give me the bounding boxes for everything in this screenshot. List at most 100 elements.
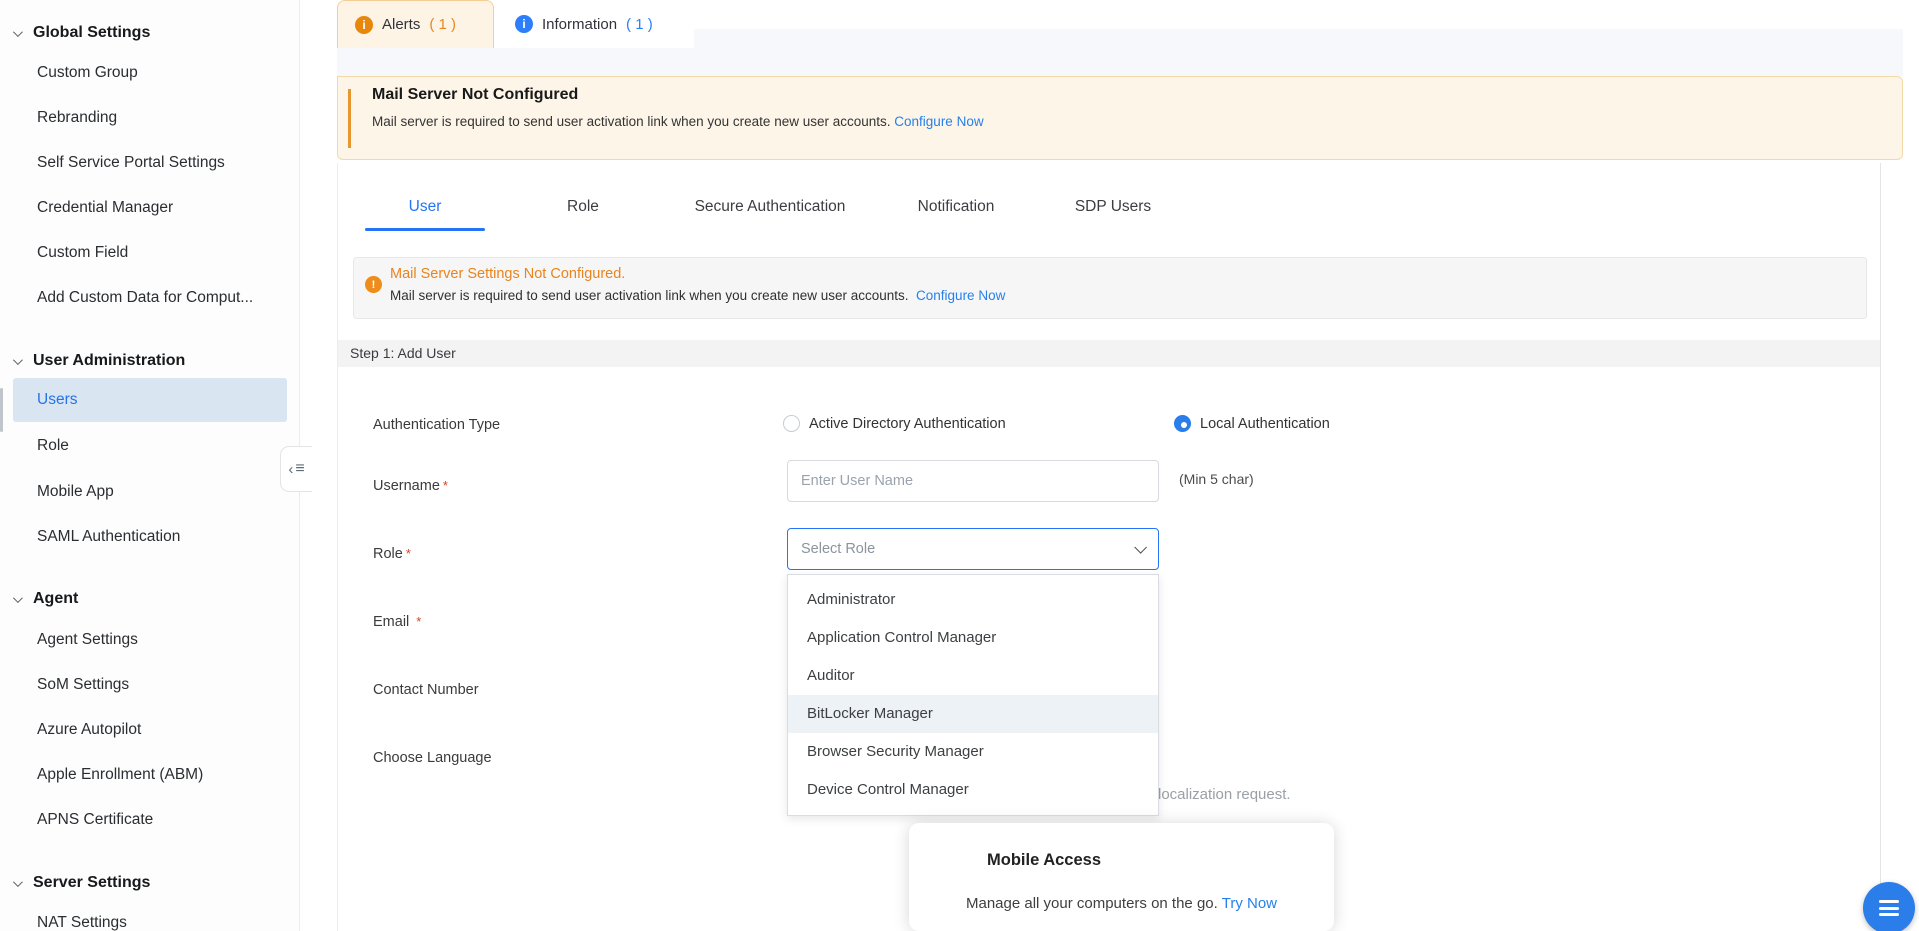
radio-active-directory-authentication[interactable]: Active Directory Authentication — [783, 415, 1006, 432]
sidebar-item-apns-certificate[interactable]: APNS Certificate — [37, 809, 153, 831]
sidebar-item-azure-autopilot[interactable]: Azure Autopilot — [37, 719, 141, 741]
tab-alerts-label: Alerts — [382, 16, 420, 33]
warning-message: Mail server is required to send user act… — [390, 288, 1005, 303]
main-content: i Alerts ( 1 ) i Information ( 1 ) Mail … — [337, 0, 1903, 931]
chevron-down-icon — [13, 27, 23, 37]
sidebar-section-server-settings[interactable]: Server Settings — [13, 872, 150, 894]
role-label: Role* — [373, 546, 411, 562]
chevron-down-icon — [13, 355, 23, 365]
username-input[interactable] — [787, 460, 1159, 502]
role-option-device-control-manager[interactable]: Device Control Manager — [788, 771, 1158, 809]
role-select-value: Select Role — [801, 541, 1134, 557]
sidebar-item-users[interactable]: Users — [37, 378, 77, 422]
radio-label: Local Authentication — [1200, 416, 1330, 432]
chevron-down-icon — [13, 593, 23, 603]
sidebar-item-role[interactable]: Role — [37, 435, 69, 457]
settings-sidebar: Global Settings Custom Group Rebranding … — [0, 0, 300, 931]
mobile-access-popup: Mobile Access Manage all your computers … — [909, 823, 1334, 931]
required-asterisk: * — [416, 614, 421, 629]
active-tab-underline — [365, 228, 485, 231]
tab-secure-authentication[interactable]: Secure Authentication — [695, 198, 846, 216]
alert-info-icon: i — [355, 16, 373, 34]
tab-information-label: Information — [542, 16, 617, 33]
sidebar-item-users-active[interactable]: Users — [13, 378, 287, 422]
radio-checked-icon[interactable] — [1174, 415, 1191, 432]
radio-label: Active Directory Authentication — [809, 416, 1006, 432]
chevron-down-icon — [1134, 541, 1147, 554]
radio-local-authentication[interactable]: Local Authentication — [1174, 415, 1330, 432]
sidebar-section-global-settings[interactable]: Global Settings — [13, 22, 150, 44]
tab-alerts[interactable]: i Alerts ( 1 ) — [337, 0, 494, 48]
username-label: Username* — [373, 478, 448, 494]
role-option-administrator[interactable]: Administrator — [788, 581, 1158, 619]
sidebar-item-nat-settings[interactable]: NAT Settings — [37, 912, 127, 931]
tab-sdp-users[interactable]: SDP Users — [1075, 198, 1151, 216]
role-option-bitlocker-manager[interactable]: BitLocker Manager — [788, 695, 1158, 733]
sidebar-item-add-custom-data[interactable]: Add Custom Data for Comput... — [37, 287, 253, 309]
role-option-browser-security-manager[interactable]: Browser Security Manager — [788, 733, 1158, 771]
try-now-link[interactable]: Try Now — [1222, 895, 1277, 912]
email-label: Email * — [373, 614, 421, 630]
tab-role[interactable]: Role — [567, 198, 599, 216]
alert-accent-bar — [348, 89, 351, 148]
mail-server-warning-box: ! Mail Server Settings Not Configured. M… — [353, 257, 1867, 319]
section-label: Agent — [33, 590, 78, 607]
sidebar-item-custom-field[interactable]: Custom Field — [37, 242, 128, 264]
warning-icon: ! — [365, 276, 382, 293]
information-info-icon: i — [515, 15, 533, 33]
admin-settings-page: Global Settings Custom Group Rebranding … — [0, 0, 1919, 931]
role-option-application-control-manager[interactable]: Application Control Manager — [788, 619, 1158, 657]
floating-menu-button[interactable] — [1863, 882, 1915, 931]
mobile-access-title: Mobile Access — [987, 851, 1101, 870]
sidebar-item-mobile-app[interactable]: Mobile App — [37, 481, 114, 503]
tab-information[interactable]: i Information ( 1 ) — [494, 0, 694, 48]
sidebar-item-custom-group[interactable]: Custom Group — [37, 62, 138, 84]
required-asterisk: * — [443, 478, 448, 493]
role-label-text: Role — [373, 546, 403, 562]
role-option-auditor[interactable]: Auditor — [788, 657, 1158, 695]
alert-title: Mail Server Not Configured — [372, 86, 578, 104]
alert-message: Mail server is required to send user act… — [372, 114, 984, 129]
role-dropdown-menu: Administrator Application Control Manage… — [787, 574, 1159, 816]
step-header: Step 1: Add User — [338, 340, 1880, 367]
warning-message-text: Mail server is required to send user act… — [390, 288, 909, 303]
warning-title: Mail Server Settings Not Configured. — [390, 266, 625, 282]
language-help-text-partial: localization request. — [1158, 786, 1291, 803]
sidebar-item-rebranding[interactable]: Rebranding — [37, 107, 117, 129]
radio-unchecked-icon[interactable] — [783, 415, 800, 432]
sidebar-section-user-administration[interactable]: User Administration — [13, 350, 185, 372]
configure-now-link[interactable]: Configure Now — [916, 288, 1005, 303]
section-label: Global Settings — [33, 24, 150, 41]
sidebar-collapse-button[interactable]: ‹ ≡ — [280, 446, 312, 492]
section-label: Server Settings — [33, 874, 150, 891]
tab-notification[interactable]: Notification — [918, 198, 995, 216]
tab-alerts-count: ( 1 ) — [429, 16, 456, 33]
alert-message-text: Mail server is required to send user act… — [372, 114, 891, 129]
choose-language-label: Choose Language — [373, 750, 492, 766]
section-label: User Administration — [33, 352, 185, 369]
email-label-text: Email — [373, 614, 409, 630]
sidebar-item-apple-enrollment[interactable]: Apple Enrollment (ABM) — [37, 764, 203, 786]
required-asterisk: * — [406, 546, 411, 561]
chevron-down-icon — [13, 877, 23, 887]
tab-user[interactable]: User — [409, 198, 442, 216]
sidebar-item-som-settings[interactable]: SoM Settings — [37, 674, 129, 696]
sidebar-section-agent[interactable]: Agent — [13, 588, 78, 610]
username-hint: (Min 5 char) — [1179, 471, 1254, 487]
contact-number-label: Contact Number — [373, 682, 479, 698]
user-admin-card: User Role Secure Authentication Notifica… — [337, 163, 1881, 931]
auth-type-label: Authentication Type — [373, 417, 500, 433]
role-select[interactable]: Select Role — [787, 528, 1159, 570]
sidebar-item-saml-authentication[interactable]: SAML Authentication — [37, 526, 180, 548]
menu-icon — [1879, 900, 1899, 903]
mobile-access-message-text: Manage all your computers on the go. — [966, 895, 1218, 912]
configure-now-link[interactable]: Configure Now — [894, 114, 983, 129]
sidebar-scrollbar-thumb[interactable] — [0, 388, 3, 432]
sidebar-item-self-service-portal-settings[interactable]: Self Service Portal Settings — [37, 152, 225, 174]
mobile-access-message: Manage all your computers on the go. Try… — [909, 895, 1334, 912]
sidebar-item-credential-manager[interactable]: Credential Manager — [37, 197, 173, 219]
username-label-text: Username — [373, 478, 440, 494]
sidebar-item-agent-settings[interactable]: Agent Settings — [37, 629, 138, 651]
collapse-chevron-icon: ‹ — [288, 462, 293, 477]
collapse-lines-icon: ≡ — [295, 461, 304, 477]
